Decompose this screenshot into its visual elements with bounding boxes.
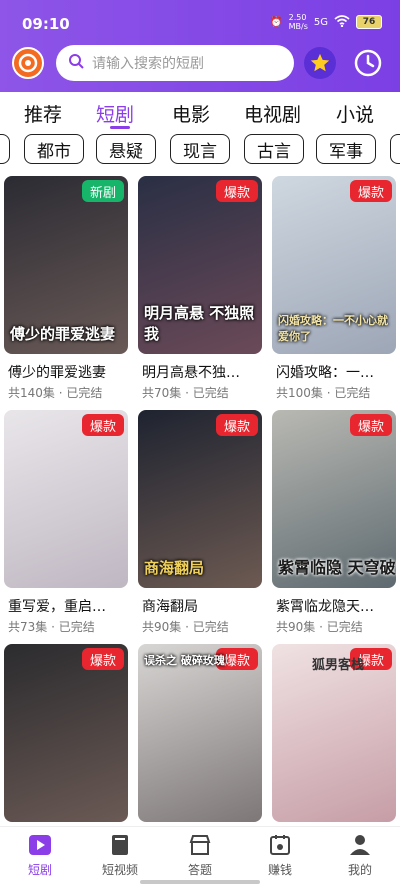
poster-title: 闪婚攻略：一不小心就爱你了 — [278, 314, 388, 343]
play-icon — [29, 835, 51, 855]
search-placeholder: 请输入搜索的短剧 — [92, 56, 204, 72]
app-logo[interactable] — [12, 47, 44, 79]
nav-earn[interactable]: 赚钱 — [250, 833, 310, 878]
drama-poster[interactable]: 爆款商海翻局 — [138, 410, 262, 588]
drama-poster[interactable]: 新剧傅少的罪爱逃妻 — [4, 176, 128, 354]
top-bar: 请输入搜索的短剧 — [0, 44, 400, 92]
poster-title: 商海翻局 — [144, 559, 205, 577]
drama-badge: 爆款 — [215, 414, 258, 436]
chip-military[interactable]: 军事 — [316, 134, 376, 164]
drama-title[interactable]: 闪婚攻略：一… — [276, 362, 398, 382]
chip-modern-romance[interactable]: 现言 — [170, 134, 230, 164]
search-icon — [68, 53, 84, 73]
poster-title: 紫霄临隐 天穹破 — [278, 558, 396, 577]
calendar-coin-icon — [270, 835, 290, 855]
poster-title: 误杀之 破碎玫瑰 — [144, 654, 225, 667]
nav-label: 短剧 — [27, 863, 52, 877]
network-label: 5G — [313, 16, 328, 28]
drama-episodes: 共100集 · 已完结 — [276, 386, 371, 400]
clock-icon — [354, 49, 382, 77]
alarm-icon: ⏰ — [270, 16, 283, 28]
star-icon — [310, 53, 330, 72]
drama-episodes: 共70集 · 已完结 — [142, 386, 229, 400]
drama-title[interactable]: 傅少的罪爱逃妻 — [8, 362, 130, 382]
chip-mystery[interactable]: 悬疑 — [96, 134, 156, 164]
nav-label: 赚钱 — [267, 863, 292, 877]
video-book-icon — [112, 835, 128, 855]
chip-partial[interactable] — [390, 134, 400, 164]
drama-grid: 新剧 傅少的罪爱逃妻 傅少的罪爱逃妻 共140集 · 已完结 爆款 明月高悬 不独照… — [0, 176, 400, 826]
drama-title[interactable]: 紫霄临龙隐天… — [276, 596, 398, 616]
drama-badge: 爆款 — [81, 414, 124, 436]
drama-badge: 爆款 — [349, 414, 392, 436]
chip-urban[interactable]: 都市 — [24, 134, 84, 164]
battery-icon: 76 — [356, 15, 382, 29]
drama-poster[interactable]: 爆款闪婚攻略：一不小心就爱你了 — [272, 176, 396, 354]
drama-poster[interactable]: 爆款 狐男客栈 — [272, 644, 396, 822]
drama-episodes: 共90集 · 已完结 — [276, 620, 363, 634]
chip-ancient-romance[interactable]: 古言 — [244, 134, 304, 164]
nav-label: 短视频 — [101, 863, 138, 877]
drama-badge: 新剧 — [81, 180, 124, 202]
drama-poster[interactable]: 爆款 — [4, 410, 128, 588]
tab-recommend[interactable]: 推荐 — [24, 100, 62, 127]
nav-short-video[interactable]: 短视频 — [90, 833, 150, 878]
drama-poster[interactable]: 爆款 误杀之 破碎玫瑰 — [138, 644, 262, 822]
chip-partial[interactable] — [0, 134, 10, 164]
drama-title[interactable]: 明月高悬不独… — [142, 362, 264, 382]
store-icon — [189, 835, 211, 855]
drama-title[interactable]: 商海翻局 — [142, 596, 264, 616]
drama-episodes: 共140集 · 已完结 — [8, 386, 103, 400]
genre-chips: 都市 悬疑 现言 古言 军事 — [0, 132, 400, 168]
speed-indicator: 2.50 MB/s — [288, 13, 308, 31]
status-bar: 09:10 ⏰ 2.50 MB/s 5G 76 — [0, 0, 400, 44]
history-button[interactable] — [352, 47, 384, 79]
poster-title: 狐男客栈 — [312, 658, 365, 673]
drama-episodes: 共73集 · 已完结 — [8, 620, 95, 634]
nav-label: 答题 — [187, 863, 212, 877]
wifi-icon — [334, 14, 350, 30]
favorites-button[interactable] — [304, 47, 336, 79]
poster-title: 傅少的罪爱逃妻 — [10, 325, 116, 343]
drama-title[interactable]: 重写爱，重启… — [8, 596, 130, 616]
drama-episodes: 共90集 · 已完结 — [142, 620, 229, 634]
tab-movie[interactable]: 电影 — [172, 100, 210, 127]
user-icon — [350, 835, 370, 855]
category-tabs: 推荐 短剧 电影 电视剧 小说 — [0, 92, 400, 132]
tab-novel[interactable]: 小说 — [336, 100, 374, 127]
status-time: 09:10 — [22, 15, 70, 33]
active-tab-indicator — [110, 126, 130, 129]
drama-poster[interactable]: 爆款紫霄临隐 天穹破 — [272, 410, 396, 588]
tab-tv-series[interactable]: 电视剧 — [244, 100, 301, 127]
nav-short-drama[interactable]: 短剧 — [10, 833, 70, 878]
drama-badge: 爆款 — [215, 180, 258, 202]
drama-badge: 爆款 — [81, 648, 124, 670]
nav-quiz[interactable]: 答题 — [170, 833, 230, 878]
home-indicator — [140, 880, 260, 884]
nav-label: 我的 — [347, 863, 372, 877]
nav-profile[interactable]: 我的 — [330, 833, 390, 878]
search-input[interactable]: 请输入搜索的短剧 — [56, 45, 294, 81]
drama-poster[interactable]: 爆款 — [4, 644, 128, 822]
poster-title: 明月高悬 不独照我 — [144, 304, 255, 343]
drama-poster[interactable]: 爆款明月高悬 不独照我 — [138, 176, 262, 354]
tab-short-drama[interactable]: 短剧 — [96, 100, 134, 127]
status-icons: ⏰ 2.50 MB/s 5G 76 — [270, 13, 382, 31]
drama-badge: 爆款 — [349, 180, 392, 202]
